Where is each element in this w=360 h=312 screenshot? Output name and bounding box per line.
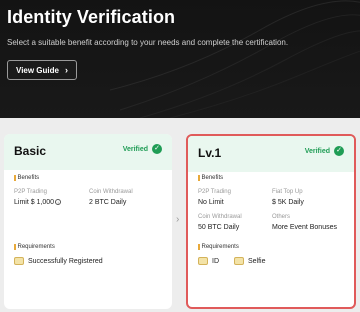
accent-bar-icon — [14, 244, 16, 250]
requirement-item: Selfie — [234, 257, 266, 265]
benefit-label: P2P Trading — [14, 189, 47, 195]
benefit-value: More Event Bonuses — [272, 224, 337, 231]
requirement-label: ID — [212, 257, 219, 265]
selfie-icon — [234, 257, 244, 265]
hero-banner: Identity Verification Select a suitable … — [0, 0, 360, 118]
benefit-value: No Limit — [198, 199, 224, 206]
requirement-label: Selfie — [248, 257, 266, 265]
requirement-item: Successfully Registered — [14, 257, 103, 265]
page-subtitle: Select a suitable benefit according to y… — [7, 38, 289, 47]
requirement-label: Successfully Registered — [28, 257, 103, 265]
benefit-label: Coin Withdrawal — [89, 189, 133, 195]
view-guide-label: View Guide — [16, 65, 59, 75]
benefit-value: $ 5K Daily — [272, 199, 304, 206]
check-icon: ✓ — [334, 146, 344, 156]
chevron-right-icon: › — [64, 64, 68, 75]
benefit-label: Fiat Top Up — [272, 189, 303, 195]
requirements-heading: Requirements — [14, 244, 55, 250]
info-icon[interactable]: i — [55, 199, 62, 206]
benefits-heading: Benefits — [198, 175, 223, 181]
benefits-heading: Benefits — [14, 175, 39, 181]
basic-level-card[interactable]: Basic Verified ✓ Benefits P2P Trading Li… — [4, 134, 172, 309]
accent-bar-icon — [198, 244, 200, 250]
chevron-right-icon: › — [176, 214, 180, 225]
verified-badge: Verified ✓ — [305, 146, 344, 156]
page-title: Identity Verification — [7, 7, 176, 27]
level-name: Lv.1 — [198, 146, 222, 160]
check-icon: ✓ — [152, 144, 162, 154]
requirements-heading: Requirements — [198, 244, 239, 250]
benefit-value: 2 BTC Daily — [89, 199, 127, 206]
accent-bar-icon — [14, 175, 16, 181]
benefit-value: 50 BTC Daily — [198, 224, 240, 231]
benefit-label: P2P Trading — [198, 189, 231, 195]
level-name: Basic — [14, 144, 47, 158]
card-header: Lv.1 Verified ✓ — [188, 136, 354, 172]
view-guide-button[interactable]: View Guide › — [7, 60, 77, 80]
id-card-icon — [14, 257, 24, 265]
card-header: Basic Verified ✓ — [4, 134, 172, 170]
benefits-label: Benefits — [17, 175, 40, 181]
verified-label: Verified — [122, 145, 148, 153]
benefit-value: Limit $ 1,000 i — [14, 199, 62, 206]
id-card-icon — [198, 257, 208, 265]
requirements-label: Requirements — [17, 244, 55, 250]
benefits-label: Benefits — [201, 175, 224, 181]
requirements-label: Requirements — [201, 244, 239, 250]
requirement-item: ID — [198, 257, 219, 265]
verified-label: Verified — [304, 147, 330, 155]
verified-badge: Verified ✓ — [123, 144, 162, 154]
accent-bar-icon — [198, 175, 200, 181]
lv1-level-card[interactable]: Lv.1 Verified ✓ Benefits P2P Trading No … — [186, 134, 356, 309]
benefit-value-text: Limit $ 1,000 — [14, 199, 55, 206]
benefit-label: Coin Withdrawal — [198, 214, 242, 220]
benefit-label: Others — [272, 214, 291, 220]
